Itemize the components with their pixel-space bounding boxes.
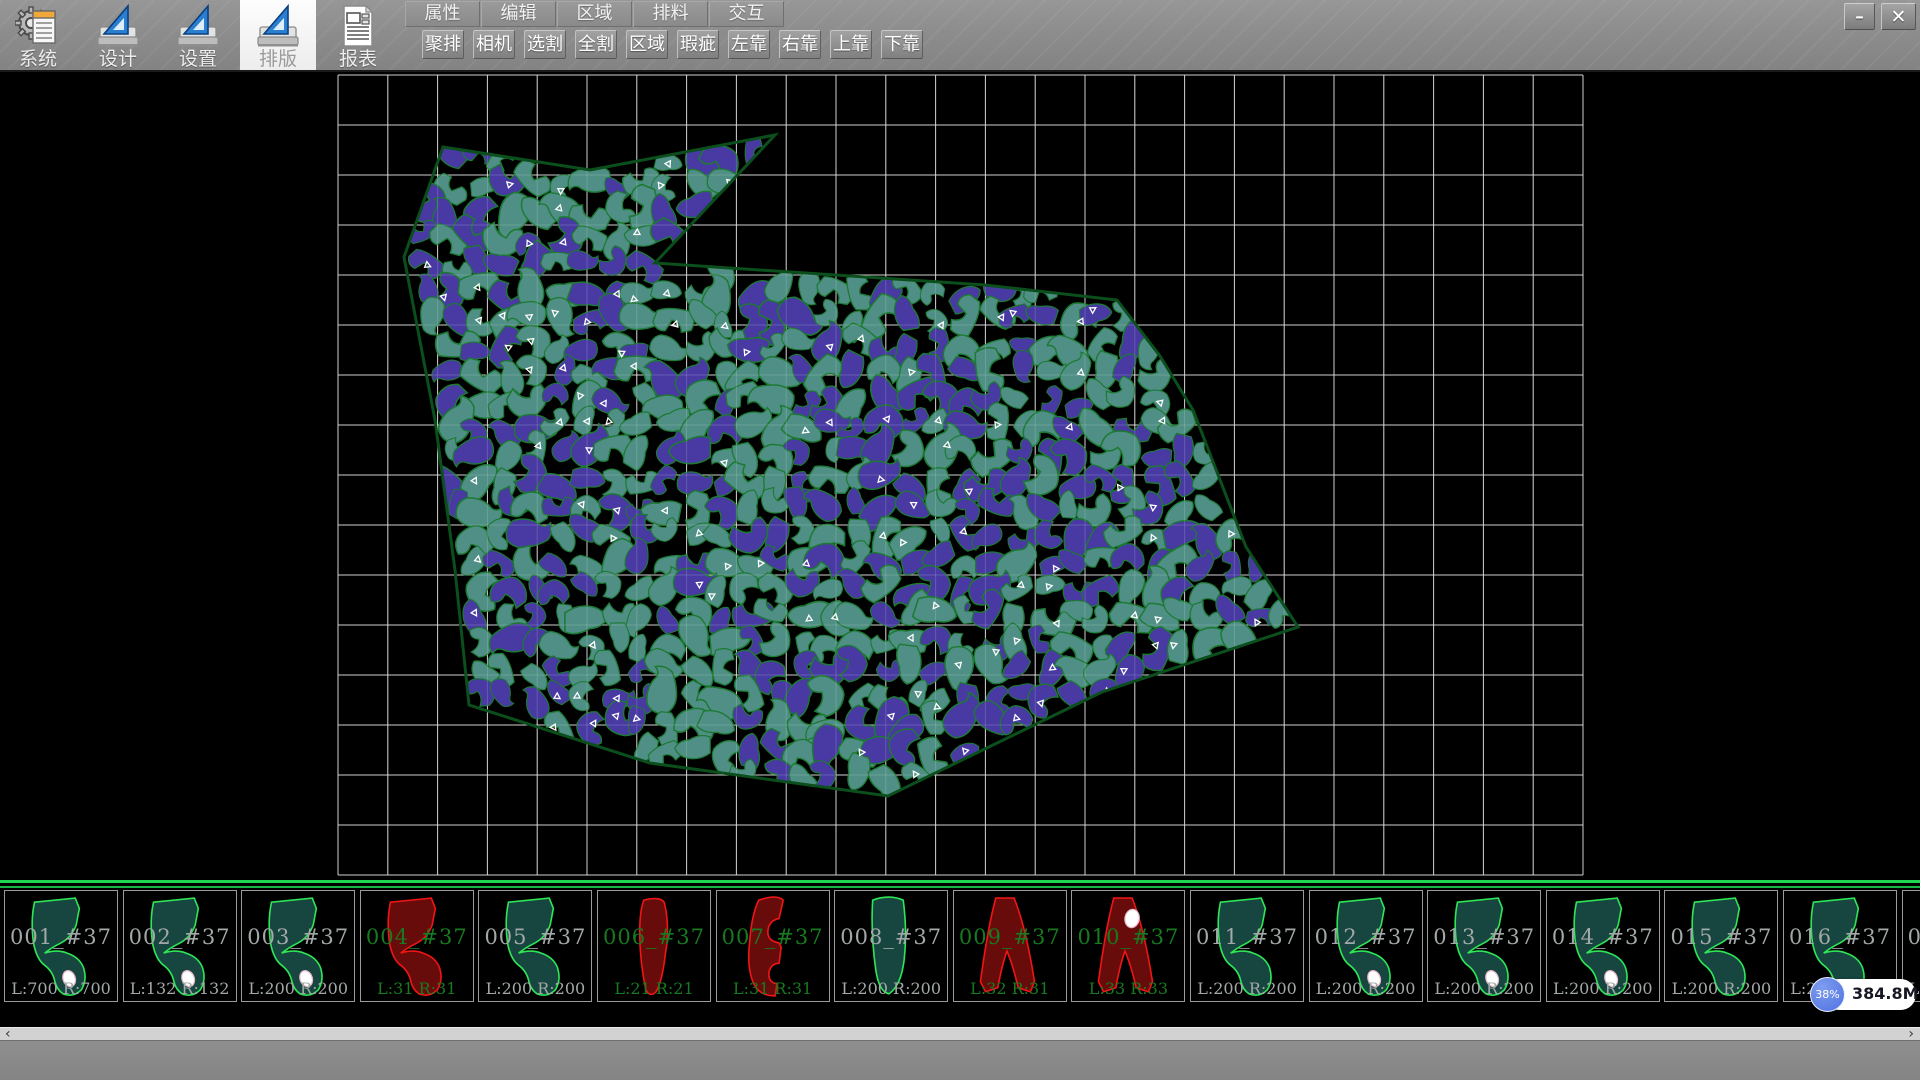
- piece-thumbnail-008_#37[interactable]: 008_#37 L:200 R:200: [834, 890, 948, 1002]
- piece-thumbnail-005_#37[interactable]: 005_#37 L:200 R:200: [478, 890, 592, 1002]
- piece-lr-count-label: L:200 R:200: [1547, 979, 1659, 998]
- piece-name-label: 004_#37: [361, 925, 473, 949]
- action-button-5[interactable]: 区域: [626, 30, 668, 59]
- piece-thumbnail-003_#37[interactable]: 003_#37 L:200 R:200: [241, 890, 355, 1002]
- piece-thumbnail-006_#37[interactable]: 006_#37 L:21 R:21: [597, 890, 711, 1002]
- piece-lr-count-label: L:200 R:200: [1310, 979, 1422, 998]
- nesting-canvas[interactable]: [0, 72, 1920, 880]
- action-button-8[interactable]: 右靠: [779, 30, 821, 59]
- piece-name-label: 011_#37: [1191, 925, 1303, 949]
- piece-name-label: 016_#37: [1784, 925, 1896, 949]
- action-button-6[interactable]: 瑕疵: [677, 30, 719, 59]
- design-icon: [95, 3, 141, 49]
- menu-tab-3[interactable]: 区域: [557, 1, 632, 27]
- piece-name-label: 007_#37: [717, 925, 829, 949]
- piece-thumbnail-011_#37[interactable]: 011_#37 L:200 R:200: [1190, 890, 1304, 1002]
- settings-icon: [175, 3, 221, 49]
- module-button-1[interactable]: 系统: [0, 0, 76, 70]
- pieces-panel: 001_#37 L:700 R:700 002_#37 L:132 R:132 003_…: [0, 880, 1920, 1003]
- piece-lr-count-label: L:200 R:200: [1665, 979, 1777, 998]
- module-button-2[interactable]: 设计: [80, 0, 156, 70]
- green-rule-bottom: [0, 886, 1920, 888]
- piece-name-label: 006_#37: [598, 925, 710, 949]
- piece-thumbnail-001_#37[interactable]: 001_#37 L:700 R:700: [4, 890, 118, 1002]
- menu-tab-5[interactable]: 交互: [709, 1, 784, 27]
- piece-lr-count-label: L:200 R:200: [1428, 979, 1540, 998]
- system-icon: [15, 3, 61, 49]
- layout-icon: [255, 3, 301, 49]
- app-window: 系统设计设置排版报表 属性编辑区域排料交互 聚排相机选割全割区域瑕疵左靠右靠上靠…: [0, 0, 1920, 1080]
- piece-name-label: 012_#37: [1310, 925, 1422, 949]
- piece-name-label: 015_#37: [1665, 925, 1777, 949]
- piece-name-label: 003_#37: [242, 925, 354, 949]
- progress-bubble: 38% 384.8M: [1810, 977, 1916, 1011]
- menu-tab-1[interactable]: 属性: [405, 1, 480, 27]
- report-icon: [335, 3, 381, 49]
- menu-tab-row: 属性编辑区域排料交互: [405, 1, 785, 27]
- piece-thumbnail-015_#37[interactable]: 015_#37 L:200 R:200: [1664, 890, 1778, 1002]
- piece-thumbnail-010_#37[interactable]: 010_#37 L:33 R:33: [1071, 890, 1185, 1002]
- piece-name-label: 008_#37: [835, 925, 947, 949]
- piece-name-label: 009_#37: [954, 925, 1066, 949]
- piece-thumbnail-009_#37[interactable]: 009_#37 L:32 R:31: [953, 890, 1067, 1002]
- menu-tab-4[interactable]: 排料: [633, 1, 708, 27]
- piece-lr-count-label: L:700 R:700: [5, 979, 117, 998]
- piece-name-label: 013_#37: [1428, 925, 1540, 949]
- window-controls: – ✕: [1844, 3, 1916, 30]
- green-rule-top: [0, 880, 1920, 883]
- piece-thumbnail-007_#37[interactable]: 007_#37 L:31 R:31: [716, 890, 830, 1002]
- piece-lr-count-label: L:21 R:21: [598, 979, 710, 998]
- piece-lr-count-label: L:200 R:200: [1191, 979, 1303, 998]
- module-button-5[interactable]: 报表: [320, 0, 396, 70]
- progress-percent-badge: 38%: [1810, 977, 1845, 1012]
- piece-lr-count-label: L:200 R:200: [479, 979, 591, 998]
- action-button-3[interactable]: 选割: [524, 30, 566, 59]
- piece-lr-count-label: L:200 R:200: [242, 979, 354, 998]
- nesting-canvas-svg: [0, 72, 1920, 880]
- action-button-4[interactable]: 全割: [575, 30, 617, 59]
- piece-lr-count-label: L:200 R:200: [835, 979, 947, 998]
- action-button-2[interactable]: 相机: [473, 30, 515, 59]
- piece-lr-count-label: L:31 R:31: [717, 979, 829, 998]
- piece-thumbnail-012_#37[interactable]: 012_#37 L:200 R:200: [1309, 890, 1423, 1002]
- minimize-button[interactable]: –: [1844, 3, 1875, 30]
- action-button-row: 聚排相机选割全割区域瑕疵左靠右靠上靠下靠: [422, 30, 932, 59]
- piece-name-label: 002_#37: [124, 925, 236, 949]
- module-label: 排版: [240, 49, 316, 69]
- piece-thumbnail-list: 001_#37 L:700 R:700 002_#37 L:132 R:132 003_…: [0, 890, 1920, 1003]
- module-label: 系统: [0, 49, 76, 69]
- action-button-10[interactable]: 下靠: [881, 30, 923, 59]
- piece-thumbnail-013_#37[interactable]: 013_#37 L:200 R:200: [1427, 890, 1541, 1002]
- piece-thumbnail-014_#37[interactable]: 014_#37 L:200 R:200: [1546, 890, 1660, 1002]
- piece-name-label: 010_#37: [1072, 925, 1184, 949]
- piece-lr-count-label: L:33 R:33: [1072, 979, 1184, 998]
- piece-name-label: 014_#37: [1547, 925, 1659, 949]
- main-toolbar: 系统设计设置排版报表 属性编辑区域排料交互 聚排相机选割全割区域瑕疵左靠右靠上靠…: [0, 0, 1920, 72]
- close-button[interactable]: ✕: [1881, 3, 1916, 30]
- module-label: 设置: [160, 49, 236, 69]
- piece-lr-count-label: L:132 R:132: [124, 979, 236, 998]
- action-button-1[interactable]: 聚排: [422, 30, 464, 59]
- piece-name-label: 005_#37: [479, 925, 591, 949]
- piece-name-label: 017_#37: [1903, 925, 1920, 949]
- status-bar: [0, 1040, 1920, 1080]
- horizontal-scrollbar[interactable]: ‹ ›: [0, 1027, 1920, 1040]
- menu-tab-2[interactable]: 编辑: [481, 1, 556, 27]
- memory-size-label: 384.8M: [1852, 984, 1919, 1003]
- module-button-4[interactable]: 排版: [240, 0, 316, 70]
- module-label: 报表: [320, 49, 396, 69]
- module-label: 设计: [80, 49, 156, 69]
- action-button-7[interactable]: 左靠: [728, 30, 770, 59]
- module-button-3[interactable]: 设置: [160, 0, 236, 70]
- action-button-9[interactable]: 上靠: [830, 30, 872, 59]
- piece-thumbnail-004_#37[interactable]: 004_#37 L:31 R:31: [360, 890, 474, 1002]
- piece-thumbnail-002_#37[interactable]: 002_#37 L:132 R:132: [123, 890, 237, 1002]
- piece-lr-count-label: L:32 R:31: [954, 979, 1066, 998]
- piece-name-label: 001_#37: [5, 925, 117, 949]
- piece-lr-count-label: L:31 R:31: [361, 979, 473, 998]
